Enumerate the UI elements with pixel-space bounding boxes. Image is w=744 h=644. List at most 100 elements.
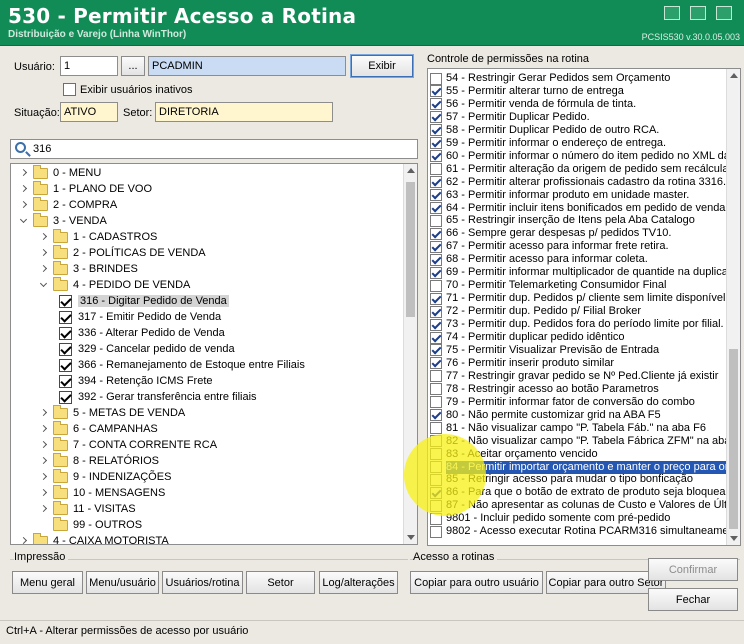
permission-checkbox[interactable] <box>430 525 442 538</box>
permission-checkbox[interactable] <box>430 279 442 292</box>
permission-checkbox[interactable] <box>430 189 442 202</box>
permission-checkbox[interactable] <box>430 318 442 331</box>
permission-checkbox[interactable] <box>430 357 442 370</box>
permission-checkbox[interactable] <box>430 240 442 253</box>
permission-checkbox[interactable] <box>430 473 442 486</box>
usuarios-rotina-button[interactable]: Usuários/rotina <box>162 571 243 594</box>
exibir-inativos-checkbox[interactable] <box>63 83 76 96</box>
permission-item[interactable]: 61 - Permitir alteração da origem de ped… <box>430 163 732 176</box>
chevron-right-icon[interactable] <box>39 488 49 498</box>
setor-button[interactable]: Setor <box>246 571 315 594</box>
permission-checkbox[interactable] <box>430 163 442 176</box>
tree-routine-item[interactable]: 317 - Emitir Pedido de Venda <box>59 309 221 325</box>
chevron-right-icon[interactable] <box>39 504 49 514</box>
permission-item[interactable]: 81 - Não visualizar campo "P. Tabela Fáb… <box>430 422 706 435</box>
permission-checkbox[interactable] <box>430 409 442 422</box>
permission-item[interactable]: 67 - Permitir acesso para informar frete… <box>430 240 669 253</box>
permissions-scrollbar[interactable] <box>726 69 740 545</box>
tree-routine-item[interactable]: 336 - Alterar Pedido de Venda <box>59 325 225 341</box>
tree-routine-item[interactable]: 366 - Remanejamento de Estoque entre Fil… <box>59 357 305 373</box>
permission-item[interactable]: 71 - Permitir dup. Pedidos p/ cliente se… <box>430 292 725 305</box>
routine-tree[interactable]: 0 - MENU 1 - PLANO DE VOO 2 - COMPRA 3 - VE… <box>10 163 418 545</box>
permission-checkbox[interactable] <box>430 292 442 305</box>
routine-checkbox[interactable] <box>59 390 72 404</box>
scroll-up-icon[interactable] <box>730 73 738 78</box>
permission-item[interactable]: 58 - Permitir Duplicar Pedido de outro R… <box>430 124 659 137</box>
permission-checkbox[interactable] <box>430 124 442 137</box>
usuario-lookup-button[interactable]: ... <box>121 56 145 76</box>
permission-checkbox[interactable] <box>430 499 442 512</box>
tree-folder-item[interactable]: 2 - POLÍTICAS DE VENDA <box>39 244 206 261</box>
routine-checkbox[interactable] <box>59 310 72 324</box>
permission-item[interactable]: 75 - Permitir Visualizar Previsão de Ent… <box>430 344 659 357</box>
permission-checkbox[interactable] <box>430 98 442 111</box>
permission-item[interactable]: 69 - Permitir informar multiplicador de … <box>430 266 733 279</box>
permission-item[interactable]: 9802 - Acesso executar Rotina PCARM316 s… <box>430 525 735 538</box>
tree-folder-item[interactable]: 2 - COMPRA <box>19 196 117 213</box>
permission-checkbox[interactable] <box>430 344 442 357</box>
permission-item[interactable]: 57 - Permitir Duplicar Pedido. <box>430 111 590 124</box>
permission-item[interactable]: 66 - Sempre gerar despesas p/ pedidos TV… <box>430 227 671 240</box>
confirmar-button[interactable]: Confirmar <box>648 558 738 581</box>
permission-item[interactable]: 87 - Não apresentar as colunas de Custo … <box>430 499 733 512</box>
permission-item[interactable]: 72 - Permitir dup. Pedido p/ Filial Brok… <box>430 305 641 318</box>
permission-checkbox[interactable] <box>430 137 442 150</box>
permission-checkbox[interactable] <box>430 72 442 85</box>
scroll-up-icon[interactable] <box>407 168 415 173</box>
permission-item[interactable]: 80 - Não permite customizar grid na ABA … <box>430 409 661 422</box>
tree-routine-item[interactable]: 316 - Digitar Pedido de Venda <box>59 293 229 309</box>
chevron-right-icon[interactable] <box>19 200 29 210</box>
routine-checkbox[interactable] <box>59 358 72 372</box>
chevron-right-icon[interactable] <box>39 472 49 482</box>
minimize-icon[interactable] <box>664 6 680 20</box>
tree-folder-item[interactable]: 99 - OUTROS <box>39 516 142 533</box>
fechar-button[interactable]: Fechar <box>648 588 738 611</box>
permission-item[interactable]: 76 - Permitir inserir produto similar <box>430 357 614 370</box>
permission-checkbox[interactable] <box>430 370 442 383</box>
chevron-down-icon[interactable] <box>19 216 29 226</box>
permission-checkbox[interactable] <box>430 512 442 525</box>
chevron-right-icon[interactable] <box>39 248 49 258</box>
chevron-right-icon[interactable] <box>39 408 49 418</box>
permission-item[interactable]: 73 - Permitir dup. Pedidos fora do perío… <box>430 318 724 331</box>
permission-checkbox[interactable] <box>430 461 442 473</box>
permission-item[interactable]: 65 - Restringir inserção de Itens pela A… <box>430 214 695 227</box>
permission-checkbox[interactable] <box>430 214 442 227</box>
permission-checkbox[interactable] <box>430 448 442 461</box>
chevron-right-icon[interactable] <box>39 264 49 274</box>
permission-item[interactable]: 60 - Permitir informar o número do item … <box>430 150 739 163</box>
permission-item[interactable]: 54 - Restringir Gerar Pedidos sem Orçame… <box>430 72 670 85</box>
permission-item[interactable]: 59 - Permitir informar o endereço de ent… <box>430 137 666 150</box>
tree-folder-item[interactable]: 3 - BRINDES <box>39 260 138 277</box>
tree-folder-item[interactable]: 3 - VENDA <box>19 212 107 229</box>
permission-item[interactable]: 63 - Permitir informar produto em unidad… <box>430 189 689 202</box>
log-alteracoes-button[interactable]: Log/alterações <box>319 571 398 594</box>
chevron-down-icon[interactable] <box>39 280 49 290</box>
chevron-right-icon[interactable] <box>39 456 49 466</box>
permission-item[interactable]: 83 - Aceitar orçamento vencido <box>430 448 598 461</box>
permission-checkbox[interactable] <box>430 305 442 318</box>
permission-item[interactable]: 84 - Permitir importar orçamento e mante… <box>430 460 736 474</box>
tree-folder-item[interactable]: 10 - MENSAGENS <box>39 484 165 501</box>
tree-folder-item[interactable]: 4 - PEDIDO DE VENDA <box>39 276 190 293</box>
tree-folder-item[interactable]: 8 - RELATÓRIOS <box>39 452 159 469</box>
tree-routine-item[interactable]: 392 - Gerar transferência entre filiais <box>59 389 257 405</box>
exibir-button[interactable]: Exibir <box>350 54 414 78</box>
permission-item[interactable]: 74 - Permitir duplicar pedido idêntico <box>430 331 625 344</box>
tree-folder-item[interactable]: 1 - CADASTROS <box>39 228 157 245</box>
routine-checkbox[interactable] <box>59 294 72 308</box>
copiar-usuario-button[interactable]: Copiar para outro usuário <box>410 571 543 594</box>
usuario-code-input[interactable]: 1 <box>60 56 118 76</box>
routine-checkbox[interactable] <box>59 342 72 356</box>
permission-item[interactable]: 56 - Permitir venda de fórmula de tinta. <box>430 98 636 111</box>
tree-search-input[interactable]: 316 <box>33 143 51 155</box>
tree-folder-item[interactable]: 6 - CAMPANHAS <box>39 420 158 437</box>
permission-item[interactable]: 86 - Para que o botão de extrato de prod… <box>430 486 726 499</box>
tree-scrollbar[interactable] <box>403 164 417 544</box>
menu-geral-button[interactable]: Menu geral <box>12 571 83 594</box>
chevron-right-icon[interactable] <box>39 440 49 450</box>
permission-item[interactable]: 85 - Retringir acesso para mudar o tipo … <box>430 473 693 486</box>
permission-checkbox[interactable] <box>430 486 442 499</box>
chevron-right-icon[interactable] <box>39 424 49 434</box>
tree-folder-item[interactable]: 4 - CAIXA MOTORISTA <box>19 532 169 544</box>
